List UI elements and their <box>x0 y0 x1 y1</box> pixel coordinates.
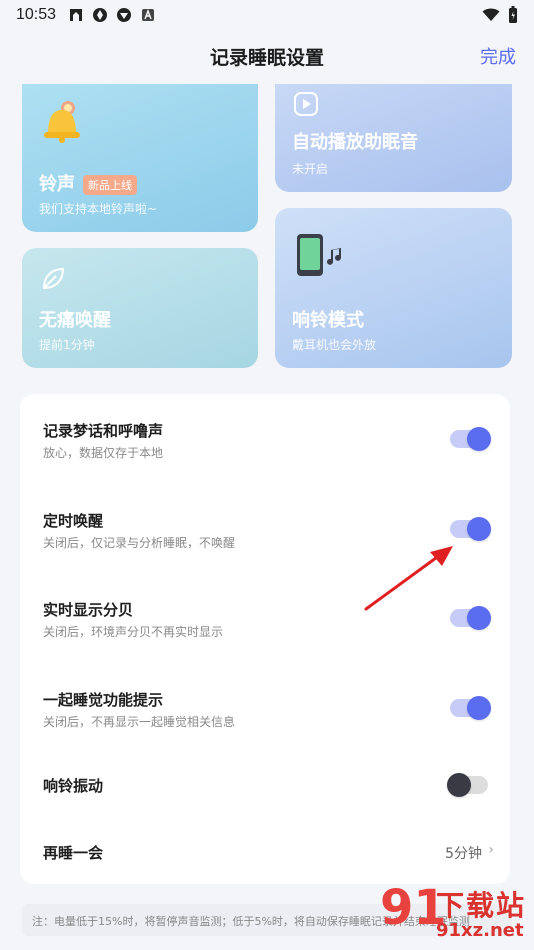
record-sleep-talk-toggle[interactable] <box>450 427 491 451</box>
status-right <box>482 6 518 24</box>
painless-wake-title: 无痛唤醒 <box>39 310 111 331</box>
toggle-knob <box>447 773 471 797</box>
aperture-icon <box>93 8 108 22</box>
timed-wake-toggle[interactable] <box>450 517 491 541</box>
setting-row-record-sleep-talk[interactable]: 记录梦话和呼噜声 放心，数据仅存于本地 <box>20 414 510 474</box>
toggle-knob <box>467 606 491 630</box>
setting-row-ring-vibrate[interactable]: 响铃振动 <box>20 754 510 814</box>
ringtone-card[interactable]: 铃声 新品上线 我们支持本地铃声啦~ <box>22 84 258 232</box>
phone-music-icon <box>297 234 341 276</box>
leaf-icon <box>42 267 65 290</box>
ring-mode-title: 响铃模式 <box>292 310 364 331</box>
toggle-knob <box>467 696 491 720</box>
autoplay-card[interactable]: 自动播放助眠音 未开启 <box>275 84 512 192</box>
painless-wake-subtitle: 提前1分钟 <box>39 338 95 352</box>
play-icon <box>294 92 318 116</box>
setting-row-snooze[interactable]: 再睡一会 5分钟 › <box>20 822 510 882</box>
watermark-brand: 下载站 <box>436 889 527 922</box>
ringtone-title-row: 铃声 新品上线 <box>39 170 137 196</box>
ringtone-subtitle: 我们支持本地铃声啦~ <box>39 202 158 216</box>
wifi-icon <box>482 8 500 21</box>
setting-desc: 关闭后，不再显示一起睡觉相关信息 <box>43 715 236 729</box>
ringtone-title: 铃声 <box>39 174 75 195</box>
notification-a-icon <box>142 9 155 21</box>
aperture-icon-2 <box>117 8 132 22</box>
annotation-arrow-icon <box>364 546 453 611</box>
ring-vibrate-toggle[interactable] <box>447 773 488 797</box>
status-time: 10:53 <box>16 6 57 23</box>
setting-row-sleep-together-tip[interactable]: 一起睡觉功能提示 关闭后，不再显示一起睡觉相关信息 <box>20 683 510 743</box>
setting-desc: 关闭后，环境声分贝不再实时显示 <box>43 625 224 639</box>
painless-wake-card[interactable]: 无痛唤醒 提前1分钟 <box>22 248 258 368</box>
bell-icon <box>44 101 80 143</box>
setting-label: 实时显示分贝 <box>43 601 134 619</box>
toggle-knob <box>467 427 491 451</box>
toggle-knob <box>467 517 491 541</box>
battery-icon <box>509 6 517 23</box>
ring-mode-subtitle: 戴耳机也会外放 <box>292 338 377 352</box>
setting-label: 响铃振动 <box>43 777 104 795</box>
setting-label: 定时唤醒 <box>43 512 104 530</box>
setting-desc: 放心，数据仅存于本地 <box>43 446 164 460</box>
setting-label: 记录梦话和呼噜声 <box>43 422 164 440</box>
watermark: 91 下载站 91xz.net <box>380 880 530 946</box>
page-title: 记录睡眠设置 <box>209 46 324 69</box>
setting-desc: 关闭后，仅记录与分析睡眠，不唤醒 <box>43 536 236 550</box>
setting-label: 再睡一会 <box>43 844 104 862</box>
settings-panel: 记录梦话和呼噜声 放心，数据仅存于本地 定时唤醒 关闭后，仅记录与分析睡眠，不唤… <box>20 394 510 884</box>
watermark-url: 91xz.net <box>436 920 524 941</box>
done-button[interactable]: 完成 <box>480 43 516 69</box>
chevron-right-icon: › <box>488 842 494 858</box>
setting-label: 一起睡觉功能提示 <box>43 691 164 709</box>
autoplay-subtitle: 未开启 <box>292 162 329 176</box>
ring-mode-card[interactable]: 响铃模式 戴耳机也会外放 <box>275 208 512 368</box>
sleep-together-tip-toggle[interactable] <box>450 696 491 720</box>
gallery-icon <box>70 9 83 21</box>
autoplay-title: 自动播放助眠音 <box>292 132 418 153</box>
header: 记录睡眠设置 完成 <box>0 30 534 82</box>
snooze-value: 5分钟 <box>445 846 482 862</box>
status-bar: 10:53 <box>0 0 534 30</box>
new-badge: 新品上线 <box>83 175 137 195</box>
